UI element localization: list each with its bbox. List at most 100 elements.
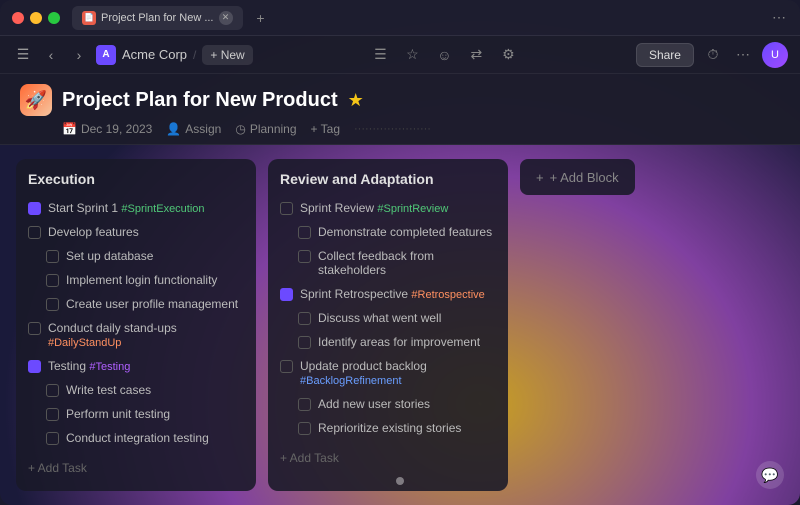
forward-icon[interactable]: › (68, 44, 90, 66)
task-checkbox[interactable] (28, 360, 41, 373)
task-tag[interactable]: #SprintReview (377, 203, 448, 215)
list-item: Develop features (28, 223, 244, 241)
task-tag[interactable]: #Retrospective (411, 289, 484, 301)
new-button-label: + New (210, 48, 244, 62)
inbox-icon[interactable]: ☰ (369, 44, 391, 66)
date-meta[interactable]: 📅 Dec 19, 2023 (62, 122, 152, 136)
task-checkbox[interactable] (46, 274, 59, 287)
planning-meta[interactable]: ◷ Planning (235, 122, 296, 136)
traffic-lights (12, 12, 60, 24)
tab-label: Project Plan for New ... (101, 12, 214, 24)
task-text: Sprint Review #SprintReview (300, 201, 448, 215)
task-text: Perform unit testing (66, 407, 170, 421)
page-icon[interactable]: 🚀 (20, 84, 52, 116)
task-text: Create user profile management (66, 297, 238, 311)
task-checkbox[interactable] (298, 226, 311, 239)
review-column: Review and Adaptation Sprint Review #Spr… (268, 159, 508, 491)
task-text: Write test cases (66, 383, 151, 397)
window-menu-icon[interactable]: ⋯ (770, 9, 788, 27)
task-checkbox[interactable] (46, 384, 59, 397)
task-checkbox[interactable] (28, 322, 41, 335)
task-text: Discuss what went well (318, 311, 441, 325)
workspace-name[interactable]: Acme Corp (122, 47, 187, 62)
page-header: 🚀 Project Plan for New Product ★ 📅 Dec 1… (0, 74, 800, 145)
maximize-button[interactable] (48, 12, 60, 24)
add-tab-button[interactable]: + (251, 8, 271, 28)
toolbar-right: Share ⏱ ⋯ U (636, 42, 788, 68)
bookmark-icon[interactable]: ☆ (401, 44, 423, 66)
task-text: Set up database (66, 249, 153, 263)
toolbar-left: ☰ ‹ › A Acme Corp / + New (12, 44, 253, 66)
add-task-label: + Add Task (28, 461, 87, 475)
planning-label: Planning (250, 122, 297, 136)
tag-label: + Tag (311, 122, 340, 136)
add-task-button[interactable]: + Add Task (28, 457, 244, 479)
dots-icon[interactable]: ⋯ (732, 44, 754, 66)
sidebar-toggle-icon[interactable]: ☰ (12, 44, 34, 66)
titlebar: 📄 Project Plan for New ... ✕ + ⋯ (0, 0, 800, 36)
task-text: Add new user stories (318, 397, 430, 411)
star-icon[interactable]: ★ (348, 90, 364, 111)
date-value: Dec 19, 2023 (81, 122, 152, 136)
active-tab[interactable]: 📄 Project Plan for New ... ✕ (72, 6, 243, 30)
add-block-button[interactable]: + + Add Block (520, 159, 635, 195)
task-checkbox[interactable] (28, 226, 41, 239)
list-item: Reprioritize existing stories (280, 419, 496, 437)
new-button[interactable]: + New (202, 45, 252, 65)
window: 📄 Project Plan for New ... ✕ + ⋯ ☰ ‹ › A… (0, 0, 800, 505)
list-item: Sprint Retrospective #Retrospective (280, 285, 496, 303)
task-checkbox[interactable] (298, 398, 311, 411)
task-checkbox[interactable] (28, 202, 41, 215)
execution-column-title: Execution (28, 171, 244, 187)
share-icon[interactable]: ⇄ (465, 44, 487, 66)
task-text: Identify areas for improvement (318, 335, 480, 349)
assign-meta[interactable]: 👤 Assign (166, 122, 221, 136)
calendar-icon: 📅 (62, 122, 77, 136)
list-item: Collect feedback from stakeholders (280, 247, 496, 279)
back-icon[interactable]: ‹ (40, 44, 62, 66)
task-text: Implement login functionality (66, 273, 217, 287)
add-task-button-review[interactable]: + Add Task (280, 447, 496, 469)
task-checkbox[interactable] (46, 432, 59, 445)
chat-button[interactable]: 💬 (756, 461, 784, 489)
scroll-indicator (396, 477, 404, 485)
task-tag[interactable]: #DailyStandUp (48, 337, 121, 349)
minimize-button[interactable] (30, 12, 42, 24)
members-icon[interactable]: ⚙ (497, 44, 519, 66)
task-tag[interactable]: #SprintExecution (121, 203, 204, 215)
user-avatar[interactable]: U (762, 42, 788, 68)
task-checkbox[interactable] (46, 408, 59, 421)
task-text: Update product backlog#BacklogRefinement (300, 359, 427, 387)
task-checkbox[interactable] (46, 250, 59, 263)
task-text: Demonstrate completed features (318, 225, 492, 239)
breadcrumb-separator: / (193, 48, 196, 62)
task-text: Start Sprint 1 #SprintExecution (48, 201, 205, 215)
task-checkbox[interactable] (46, 298, 59, 311)
extra-meta: ····················· (354, 123, 431, 135)
task-tag[interactable]: #BacklogRefinement (300, 375, 402, 387)
list-item: Implement login functionality (28, 271, 244, 289)
list-item: Conduct daily stand-ups #DailyStandUp (28, 319, 244, 351)
tab-close-button[interactable]: ✕ (219, 11, 233, 25)
execution-column: Execution Start Sprint 1 #SprintExecutio… (16, 159, 256, 491)
task-tag[interactable]: #Testing (89, 361, 130, 373)
task-checkbox[interactable] (280, 202, 293, 215)
task-text: Collect feedback from stakeholders (318, 249, 496, 277)
task-checkbox[interactable] (280, 288, 293, 301)
clock-icon[interactable]: ⏱ (702, 44, 724, 66)
list-item: Write test cases (28, 381, 244, 399)
task-checkbox[interactable] (298, 250, 311, 263)
emoji-icon[interactable]: ☺ (433, 44, 455, 66)
page-meta: 📅 Dec 19, 2023 👤 Assign ◷ Planning + Tag… (62, 122, 780, 136)
task-checkbox[interactable] (298, 422, 311, 435)
task-checkbox[interactable] (298, 336, 311, 349)
tab-page-icon: 📄 (82, 11, 96, 25)
list-item: Identify areas for improvement (280, 333, 496, 351)
task-checkbox[interactable] (298, 312, 311, 325)
task-checkbox[interactable] (280, 360, 293, 373)
share-button[interactable]: Share (636, 43, 694, 67)
close-button[interactable] (12, 12, 24, 24)
list-item: Conduct integration testing (28, 429, 244, 447)
tag-meta[interactable]: + Tag (311, 122, 340, 136)
assign-label: Assign (185, 122, 221, 136)
